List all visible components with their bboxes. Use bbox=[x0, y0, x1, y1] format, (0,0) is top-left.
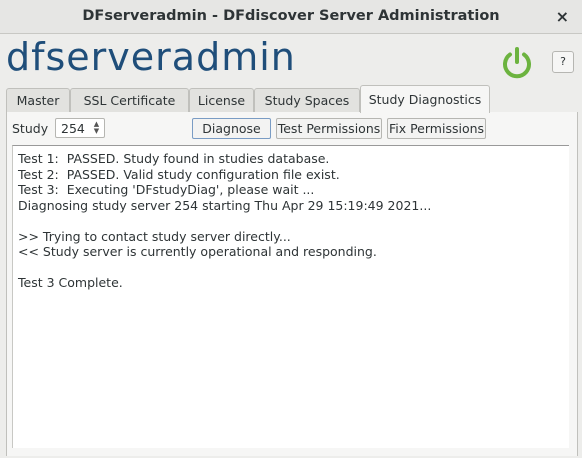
fix-permissions-button[interactable]: Fix Permissions bbox=[387, 118, 486, 139]
tab-study-spaces[interactable]: Study Spaces bbox=[254, 88, 360, 112]
title-bar: DFserveradmin - DFdiscover Server Admini… bbox=[0, 0, 582, 34]
output-line: Test 3: Executing 'DFstudyDiag', please … bbox=[18, 182, 315, 197]
test-permissions-button[interactable]: Test Permissions bbox=[276, 118, 382, 139]
output-line: Test 1: PASSED. Study found in studies d… bbox=[18, 151, 330, 166]
window-title: DFserveradmin - DFdiscover Server Admini… bbox=[82, 8, 500, 24]
power-icon[interactable] bbox=[499, 45, 535, 81]
close-icon[interactable]: × bbox=[556, 7, 569, 26]
diagnostics-output[interactable]: Test 1: PASSED. Study found in studies d… bbox=[12, 145, 569, 448]
spin-down-icon[interactable]: ▼ bbox=[91, 128, 102, 135]
output-line: Test 3 Complete. bbox=[18, 275, 123, 290]
help-button[interactable]: ? bbox=[552, 51, 574, 73]
tab-ssl-certificate[interactable]: SSL Certificate bbox=[70, 88, 189, 112]
study-value[interactable]: 254 bbox=[61, 121, 85, 136]
output-line: Diagnosing study server 254 starting Thu… bbox=[18, 197, 432, 213]
tab-study-diagnostics[interactable]: Study Diagnostics bbox=[360, 85, 490, 113]
study-spinbox[interactable]: 254 ▲ ▼ bbox=[55, 118, 105, 138]
app-logo: dfserveradmin bbox=[6, 35, 296, 79]
output-line: >> Trying to contact study server direct… bbox=[18, 228, 291, 244]
output-line: << Study server is currently operational… bbox=[18, 244, 377, 259]
output-line: Test 2: PASSED. Valid study configuratio… bbox=[18, 166, 340, 182]
spin-arrows[interactable]: ▲ ▼ bbox=[91, 121, 102, 135]
tab-license[interactable]: License bbox=[189, 88, 254, 112]
study-label: Study bbox=[12, 121, 49, 136]
tab-master[interactable]: Master bbox=[6, 88, 70, 112]
diagnose-button[interactable]: Diagnose bbox=[192, 118, 271, 139]
output-text: Test 1: PASSED. Study found in studies d… bbox=[18, 151, 431, 291]
